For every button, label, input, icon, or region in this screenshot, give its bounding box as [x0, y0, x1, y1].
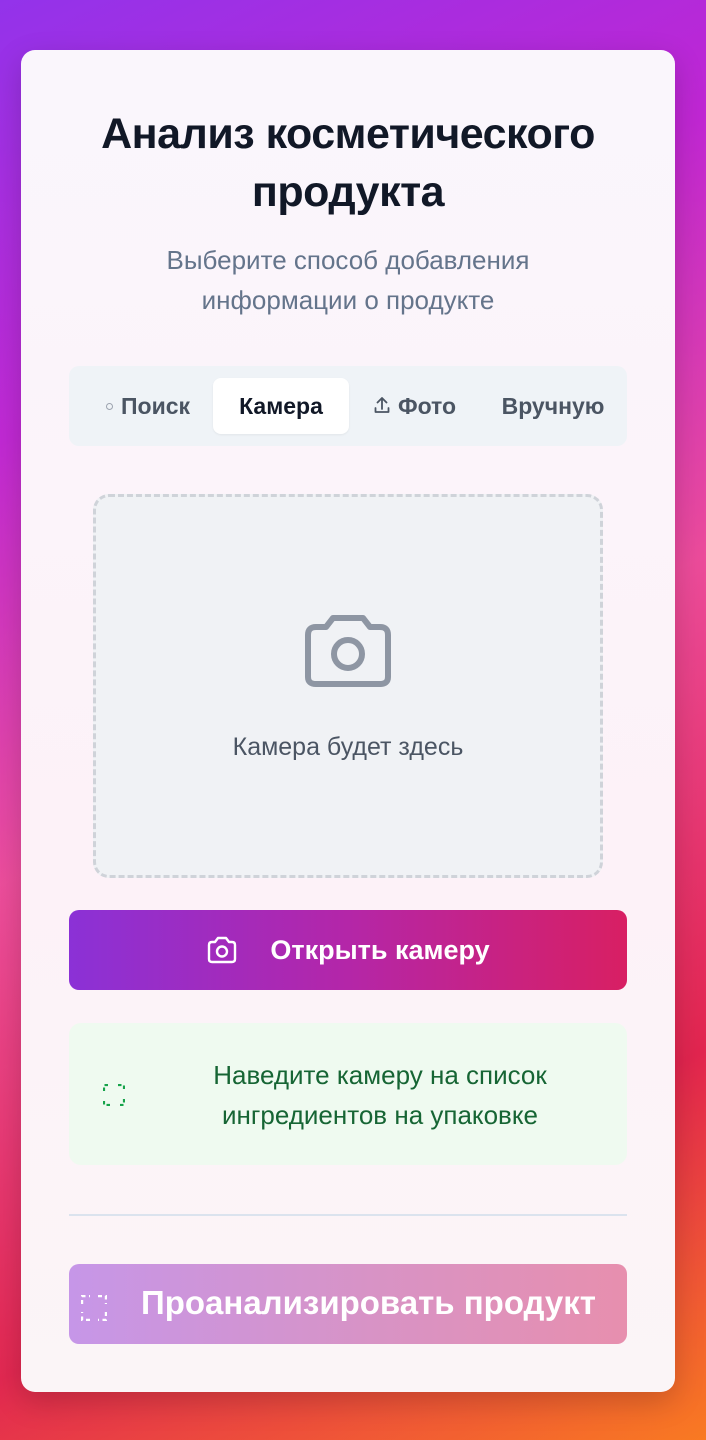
open-camera-label: Открыть камеру	[270, 934, 490, 965]
camera-icon	[208, 936, 237, 964]
dot-icon	[105, 402, 113, 410]
tab-search-label: Поиск	[120, 392, 191, 419]
camera-preview: Камера будет здесь	[93, 494, 603, 878]
tab-manual-label: Вручную	[501, 392, 605, 419]
tab-search[interactable]: Поиск	[89, 378, 207, 434]
analyze-product-label: Проанализировать продукт	[141, 1284, 596, 1321]
tab-photo[interactable]: Фото	[359, 378, 471, 434]
scan-icon	[102, 1083, 126, 1111]
tab-photo-label: Фото	[397, 392, 457, 419]
camera-icon	[302, 613, 394, 694]
input-method-tabs: Поиск Камера Фото Вручную	[69, 366, 627, 446]
hint-text: Наведите камеру на список ингредиентов н…	[213, 1060, 547, 1130]
divider	[69, 1214, 627, 1216]
upload-icon	[374, 393, 390, 420]
tab-camera-label: Камера	[239, 392, 323, 419]
product-analysis-card: Анализ косметического продукта Выберите …	[21, 50, 675, 1392]
open-camera-button[interactable]: Открыть камеру	[69, 910, 627, 990]
analyze-product-button[interactable]: Проанализировать продукт	[69, 1264, 627, 1344]
camera-placeholder-text: Камера будет здесь	[232, 733, 464, 761]
tab-camera[interactable]: Камера	[213, 378, 349, 434]
tab-manual[interactable]: Вручную	[493, 378, 613, 434]
camera-hint: Наведите камеру на список ингредиентов н…	[69, 1023, 627, 1165]
page-subtitle: Выберите способ добавления информации о …	[166, 245, 530, 315]
page-title: Анализ косметического продукта	[101, 110, 595, 216]
scan-icon	[80, 1291, 108, 1329]
